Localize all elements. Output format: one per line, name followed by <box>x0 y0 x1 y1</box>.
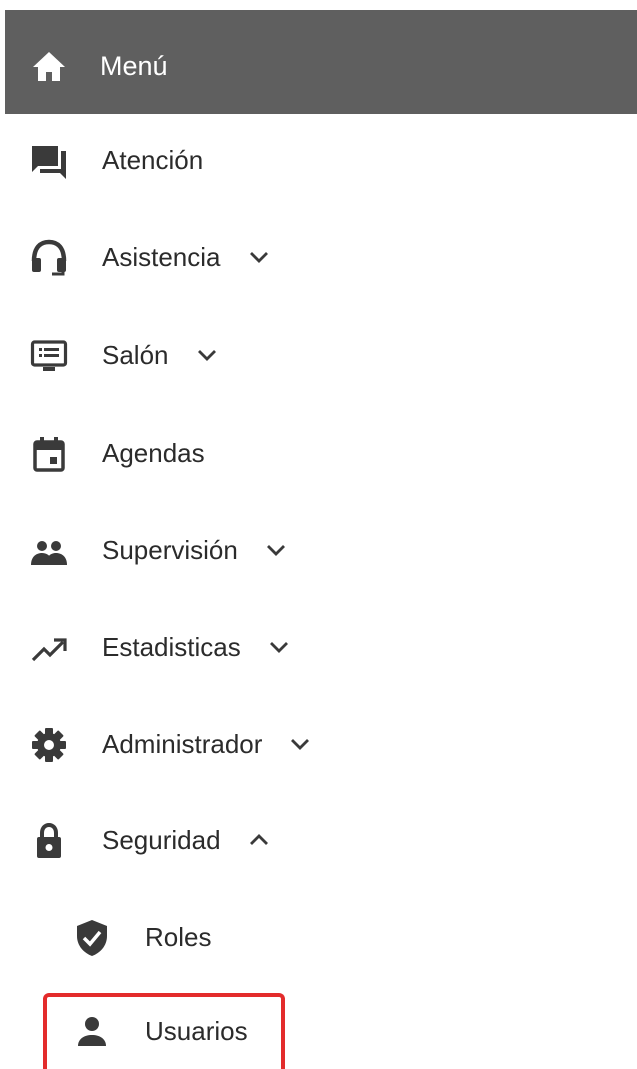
trending-up-icon <box>30 629 68 667</box>
menu-item-atencion[interactable]: Atención <box>0 125 637 195</box>
headset-icon <box>30 239 68 277</box>
menu-item-label: Seguridad <box>102 824 269 856</box>
menu-item-label: Salón <box>102 339 217 371</box>
chevron-down-icon[interactable] <box>249 250 269 264</box>
menu-item-agendas[interactable]: Agendas <box>0 418 637 488</box>
menu-item-label: Agendas <box>102 438 205 468</box>
gear-icon <box>30 726 68 764</box>
chevron-down-icon[interactable] <box>266 543 286 557</box>
menu-item-seguridad[interactable]: Seguridad <box>0 805 637 875</box>
menu-title: Menú <box>100 51 168 81</box>
selection-highlight <box>43 993 285 1069</box>
chat-icon <box>30 142 68 180</box>
menu-item-label: Asistencia <box>102 241 269 273</box>
chevron-up-icon[interactable] <box>249 833 269 847</box>
menu-item-label: Roles <box>145 922 212 952</box>
lock-icon <box>30 822 68 860</box>
menu-header[interactable]: Menú <box>5 10 637 114</box>
menu-item-salon[interactable]: Salón <box>0 320 637 390</box>
chevron-down-icon[interactable] <box>197 348 217 362</box>
menu-item-supervision[interactable]: Supervisión <box>0 515 637 585</box>
chevron-down-icon[interactable] <box>290 737 310 751</box>
home-icon <box>31 50 67 82</box>
monitor-icon <box>30 337 68 375</box>
menu-item-label: Supervisión <box>102 534 286 566</box>
menu-item-estadisticas[interactable]: Estadisticas <box>0 612 637 682</box>
calendar-icon <box>30 435 68 473</box>
group-icon <box>30 532 68 570</box>
menu-item-asistencia[interactable]: Asistencia <box>0 222 637 292</box>
menu-item-administrador[interactable]: Administrador <box>0 709 637 779</box>
submenu-item-roles[interactable]: Roles <box>0 902 637 972</box>
menu-item-label: Estadisticas <box>102 631 289 663</box>
side-menu: Menú Atención Asistencia Salón Agendas S… <box>0 0 637 1069</box>
chevron-down-icon[interactable] <box>269 640 289 654</box>
menu-item-label: Administrador <box>102 728 310 760</box>
menu-item-label: Atención <box>102 145 204 175</box>
shield-check-icon <box>75 919 109 957</box>
